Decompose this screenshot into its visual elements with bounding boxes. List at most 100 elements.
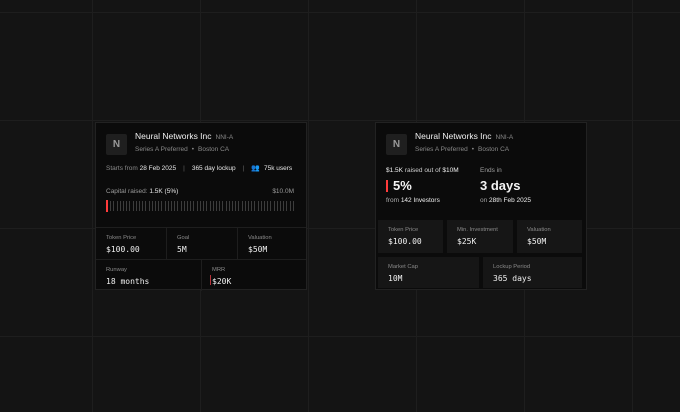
- metric-label: Token Price: [106, 235, 137, 241]
- metric-value: $20K: [212, 277, 232, 286]
- dot-separator: •: [471, 146, 475, 153]
- investors-row: from 142 Investors: [386, 197, 440, 204]
- progress-tick: [292, 201, 294, 211]
- progress-tick: [267, 201, 269, 211]
- progress-tick: [209, 201, 211, 211]
- ends-label: Ends in: [480, 167, 502, 174]
- divider: |: [242, 164, 245, 172]
- progress-tick: [145, 201, 147, 211]
- company-name: Neural Networks Inc: [415, 131, 492, 141]
- progress-tick: [129, 201, 131, 211]
- metric-valuation: Valuation $50M: [237, 227, 306, 259]
- progress-tick: [180, 201, 182, 211]
- metric-market-cap: Market Cap 10M: [378, 257, 479, 288]
- deal-card-detail[interactable]: N Neural Networks Inc NNI-A Series A Pref…: [375, 122, 587, 290]
- metric-value: $25K: [457, 237, 477, 246]
- metric-lockup-period: Lockup Period 365 days: [483, 257, 582, 288]
- progress-tick: [235, 201, 237, 211]
- progress-tick: [286, 201, 288, 211]
- from-text: from: [386, 197, 399, 204]
- company-name: Neural Networks Inc: [135, 131, 212, 141]
- metric-label: Market Cap: [388, 264, 418, 270]
- progress-tick: [164, 201, 166, 211]
- on-text: on: [480, 197, 488, 204]
- metric-label: Lockup Period: [493, 264, 531, 270]
- progress-tick: [283, 201, 285, 211]
- progress-tick: [225, 201, 227, 211]
- metric-value: $100.00: [106, 245, 140, 254]
- progress-tick: [171, 201, 173, 211]
- location-label: Boston CA: [198, 146, 230, 153]
- metric-goal: Goal 5M: [166, 227, 237, 259]
- progress-marker: [106, 200, 108, 212]
- dot-separator: •: [191, 146, 195, 153]
- metric-value: $100.00: [388, 237, 422, 246]
- progress-tick: [167, 201, 169, 211]
- raised-summary: $1.5K raised out of $10M: [386, 167, 459, 174]
- progress-tick: [273, 201, 275, 211]
- progress-tick: [119, 201, 121, 211]
- progress-tick: [289, 201, 291, 211]
- progress-tick: [257, 201, 259, 211]
- progress-tick: [254, 201, 256, 211]
- metric-value: $50M: [248, 245, 268, 254]
- progress-tick: [148, 201, 150, 211]
- progress-tick: [155, 201, 157, 211]
- company-logo: N: [106, 134, 127, 155]
- metric-token-price: Token Price $100.00: [96, 227, 166, 259]
- progress-tick: [276, 201, 278, 211]
- company-ticker: NNI-A: [215, 134, 234, 141]
- metric-min-investment: Min. Investment $25K: [447, 220, 513, 253]
- progress-tick: [132, 201, 134, 211]
- progress-tick: [228, 201, 230, 211]
- metric-label: Valuation: [527, 227, 551, 233]
- series-label: Series A Preferred: [135, 146, 188, 153]
- metric-valuation: Valuation $50M: [517, 220, 582, 253]
- progress-tick: [110, 201, 112, 211]
- progress-tick: [231, 201, 233, 211]
- progress-tick: [247, 201, 249, 211]
- capital-progress-bar: [106, 200, 294, 285]
- metric-label: Valuation: [248, 235, 272, 241]
- raised-goal: $10M: [442, 167, 459, 174]
- progress-tick: [161, 201, 163, 211]
- progress-tick: [212, 201, 214, 211]
- progress-tick: [251, 201, 253, 211]
- end-date-row: on 28th Feb 2025: [480, 197, 531, 204]
- starts-label: Starts from: [106, 164, 138, 172]
- metric-mrr: MRR $20K: [201, 259, 306, 291]
- capital-label: Capital raised:: [106, 188, 148, 195]
- users-count: 75k users: [263, 164, 293, 172]
- users-icon: 👥: [251, 165, 260, 172]
- progress-tick: [222, 201, 224, 211]
- end-date: 28th Feb 2025: [489, 197, 531, 204]
- metric-label: Goal: [177, 235, 190, 241]
- progress-tick: [215, 201, 217, 211]
- metric-value: 365 days: [493, 274, 532, 283]
- progress-tick: [263, 201, 265, 211]
- capital-raised-row: Capital raised: 1.5K (5%) $10.0M: [106, 188, 294, 195]
- progress-tick: [238, 201, 240, 211]
- series-label: Series A Preferred: [415, 146, 468, 153]
- divider: |: [183, 164, 185, 172]
- progress-tick: [203, 201, 205, 211]
- days-remaining: 3 days: [480, 178, 521, 193]
- progress-tick: [123, 201, 125, 211]
- metric-label: MRR: [212, 267, 226, 273]
- deal-card-summary[interactable]: N Neural Networks Inc NNI-A Series A Pref…: [95, 122, 307, 291]
- percent-raised: 5%: [386, 179, 412, 192]
- progress-tick: [158, 201, 160, 211]
- progress-tick: [151, 201, 153, 211]
- progress-tick: [270, 201, 272, 211]
- raised-amount: $1.5K: [386, 167, 403, 174]
- percent-value: 5%: [393, 178, 412, 193]
- metric-value: 10M: [388, 274, 403, 283]
- metric-token-price: Token Price $100.00: [378, 220, 443, 253]
- investors-count: 142 Investors: [400, 197, 440, 204]
- company-logo: N: [386, 134, 407, 155]
- company-header: N Neural Networks Inc NNI-A Series A Pref…: [386, 131, 513, 155]
- progress-tick: [135, 201, 137, 211]
- progress-tick: [177, 201, 179, 211]
- progress-tick: [183, 201, 185, 211]
- capital-value: 1.5K (5%): [149, 188, 179, 195]
